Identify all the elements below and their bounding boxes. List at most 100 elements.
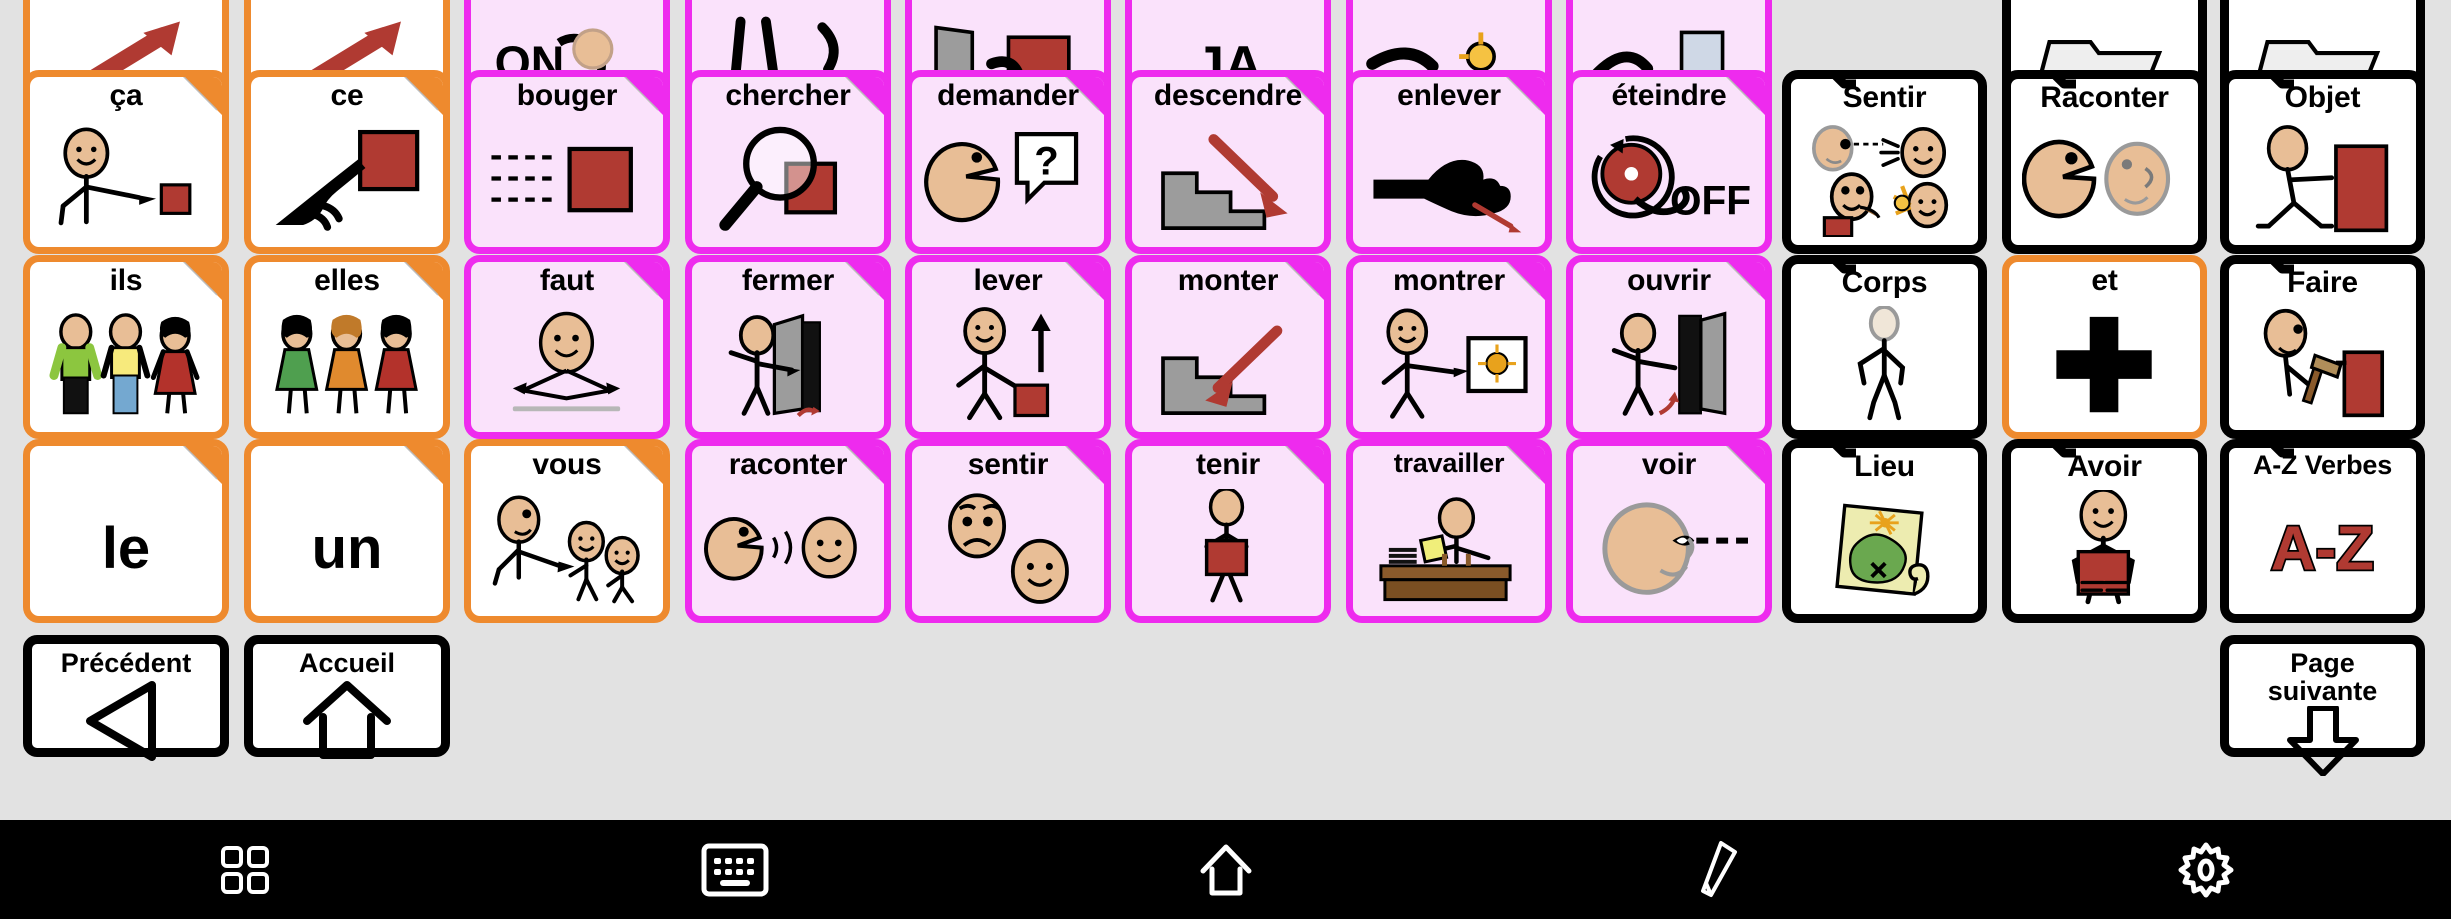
cell-label: éteindre [1611, 79, 1727, 112]
cell-pictogram [471, 112, 663, 247]
cell-label: enlever [1397, 79, 1501, 112]
previous-page-button-label: Précédent [60, 648, 192, 678]
board-cell-raconter[interactable]: Raconter [2002, 70, 2207, 254]
cell-pictogram [912, 481, 1104, 616]
cell-pictogram [1791, 483, 1978, 614]
board-cell-ce[interactable]: ce [244, 70, 450, 254]
toolbar-button-home[interactable] [980, 820, 1470, 919]
board-cell-raconter[interactable]: raconter [685, 439, 891, 623]
cell-label: faut [539, 264, 595, 297]
cell-label: monter [1177, 264, 1279, 297]
cell-pictogram [1573, 297, 1765, 432]
cell-pictogram [1132, 481, 1324, 616]
board-cell-le[interactable]: lele [23, 439, 229, 623]
board-cell-avoir[interactable]: Avoir [2002, 439, 2207, 623]
cell-label: montrer [1393, 264, 1505, 297]
board-cell-tenir[interactable]: tenir [1125, 439, 1331, 623]
cell-label: fermer [741, 264, 835, 297]
board-cell-voir[interactable]: voir [1566, 439, 1772, 623]
cell-pictogram [692, 112, 884, 247]
cell-label: ce [330, 79, 364, 112]
pencil-icon [1700, 840, 1737, 897]
cell-pictogram [251, 112, 443, 247]
board-cell-elles[interactable]: elles [244, 255, 450, 439]
cell-label: Raconter [2040, 81, 2169, 114]
board-cell-travailler[interactable]: travailler [1346, 439, 1552, 623]
svg-text:?: ? [1034, 138, 1059, 183]
cell-label: descendre [1153, 79, 1303, 112]
board-cell-bouger[interactable]: bouger [464, 70, 670, 254]
cell-label: vous [532, 448, 602, 481]
aac-board: ON JA ça ce bouger chercher demander ? d… [0, 0, 2451, 919]
cell-label: raconter [728, 448, 848, 481]
cell-pictogram: le [30, 481, 222, 616]
toolbar-button-settings[interactable] [1961, 820, 2451, 919]
board-cell-et[interactable]: et [2002, 255, 2207, 439]
next-page-button-icon [2229, 705, 2416, 776]
board-cell-ils[interactable]: ils [23, 255, 229, 439]
cell-label: Lieu [1854, 450, 1915, 483]
next-page-button[interactable]: Page suivante [2220, 635, 2425, 776]
svg-text:OFF: OFF [1670, 177, 1751, 223]
cell-pictogram: OFF [1573, 112, 1765, 247]
cell-pictogram [1353, 478, 1545, 616]
cell-label: Sentir [1842, 81, 1927, 114]
board-cell-sentir[interactable]: Sentir [1782, 70, 1987, 254]
cell-label: Avoir [2067, 450, 2142, 483]
svg-text:A-Z: A-Z [2271, 515, 2374, 581]
board-cell-vous[interactable]: vous [464, 439, 670, 623]
board-cell--teindre[interactable]: éteindre OFF [1566, 70, 1772, 254]
cell-label: ça [109, 79, 143, 112]
toolbar-button-pencil[interactable] [1471, 820, 1961, 919]
cell-pictogram [912, 297, 1104, 432]
cell-pictogram [2009, 297, 2200, 432]
board-cell-a-z-verbes[interactable]: A-Z Verbes A-Z [2220, 439, 2425, 623]
cell-pictogram: A-Z [2229, 480, 2416, 614]
board-cell-faut[interactable]: faut [464, 255, 670, 439]
cell-pictogram [1353, 297, 1545, 432]
cell-label: chercher [725, 79, 851, 112]
cell-big-text: le [101, 515, 151, 581]
home-button-label: Accueil [298, 648, 396, 678]
cell-label: Faire [2287, 266, 2358, 299]
board-cell-chercher[interactable]: chercher [685, 70, 891, 254]
board-cell-fermer[interactable]: fermer [685, 255, 891, 439]
board-cell-faire[interactable]: Faire [2220, 255, 2425, 439]
cell-label: demander [937, 79, 1079, 112]
cell-pictogram [251, 297, 443, 432]
board-cell-un[interactable]: unun [244, 439, 450, 623]
board-cell-descendre[interactable]: descendre [1125, 70, 1331, 254]
board-cell--a[interactable]: ça [23, 70, 229, 254]
board-cell-montrer[interactable]: montrer [1346, 255, 1552, 439]
board-cell-demander[interactable]: demander ? [905, 70, 1111, 254]
cell-label: Corps [1841, 266, 1928, 299]
home-icon [1200, 844, 1251, 895]
cell-pictogram [1132, 112, 1324, 247]
previous-page-button-icon [32, 677, 220, 763]
board-cell-enlever[interactable]: enlever [1346, 70, 1552, 254]
board-cell-corps[interactable]: Corps [1782, 255, 1987, 439]
board-cell-lieu[interactable]: Lieu [1782, 439, 1987, 623]
cell-pictogram [2011, 483, 2198, 614]
toolbar-button-grid[interactable] [0, 820, 490, 919]
board-cell-ouvrir[interactable]: ouvrir [1566, 255, 1772, 439]
cell-label: ouvrir [1627, 264, 1711, 297]
home-button[interactable]: Accueil [244, 635, 450, 760]
cell-label: sentir [967, 448, 1049, 481]
cell-label: tenir [1195, 448, 1260, 481]
board-cell-objet[interactable]: Objet [2220, 70, 2425, 254]
board-cell-lever[interactable]: lever [905, 255, 1111, 439]
previous-page-button[interactable]: Précédent [23, 635, 229, 762]
folded-corner-icon [182, 446, 222, 485]
cell-pictogram [1573, 481, 1765, 616]
cell-label: voir [1641, 448, 1697, 481]
cell-pictogram [2011, 114, 2198, 245]
cell-pictogram [30, 112, 222, 247]
board-cell-monter[interactable]: monter [1125, 255, 1331, 439]
cell-label: travailler [1393, 448, 1505, 478]
toolbar-button-keyboard[interactable] [490, 820, 980, 919]
cell-label: ils [109, 264, 143, 297]
cell-pictogram [1132, 297, 1324, 432]
folded-corner-icon [403, 446, 443, 485]
board-cell-sentir[interactable]: sentir [905, 439, 1111, 623]
